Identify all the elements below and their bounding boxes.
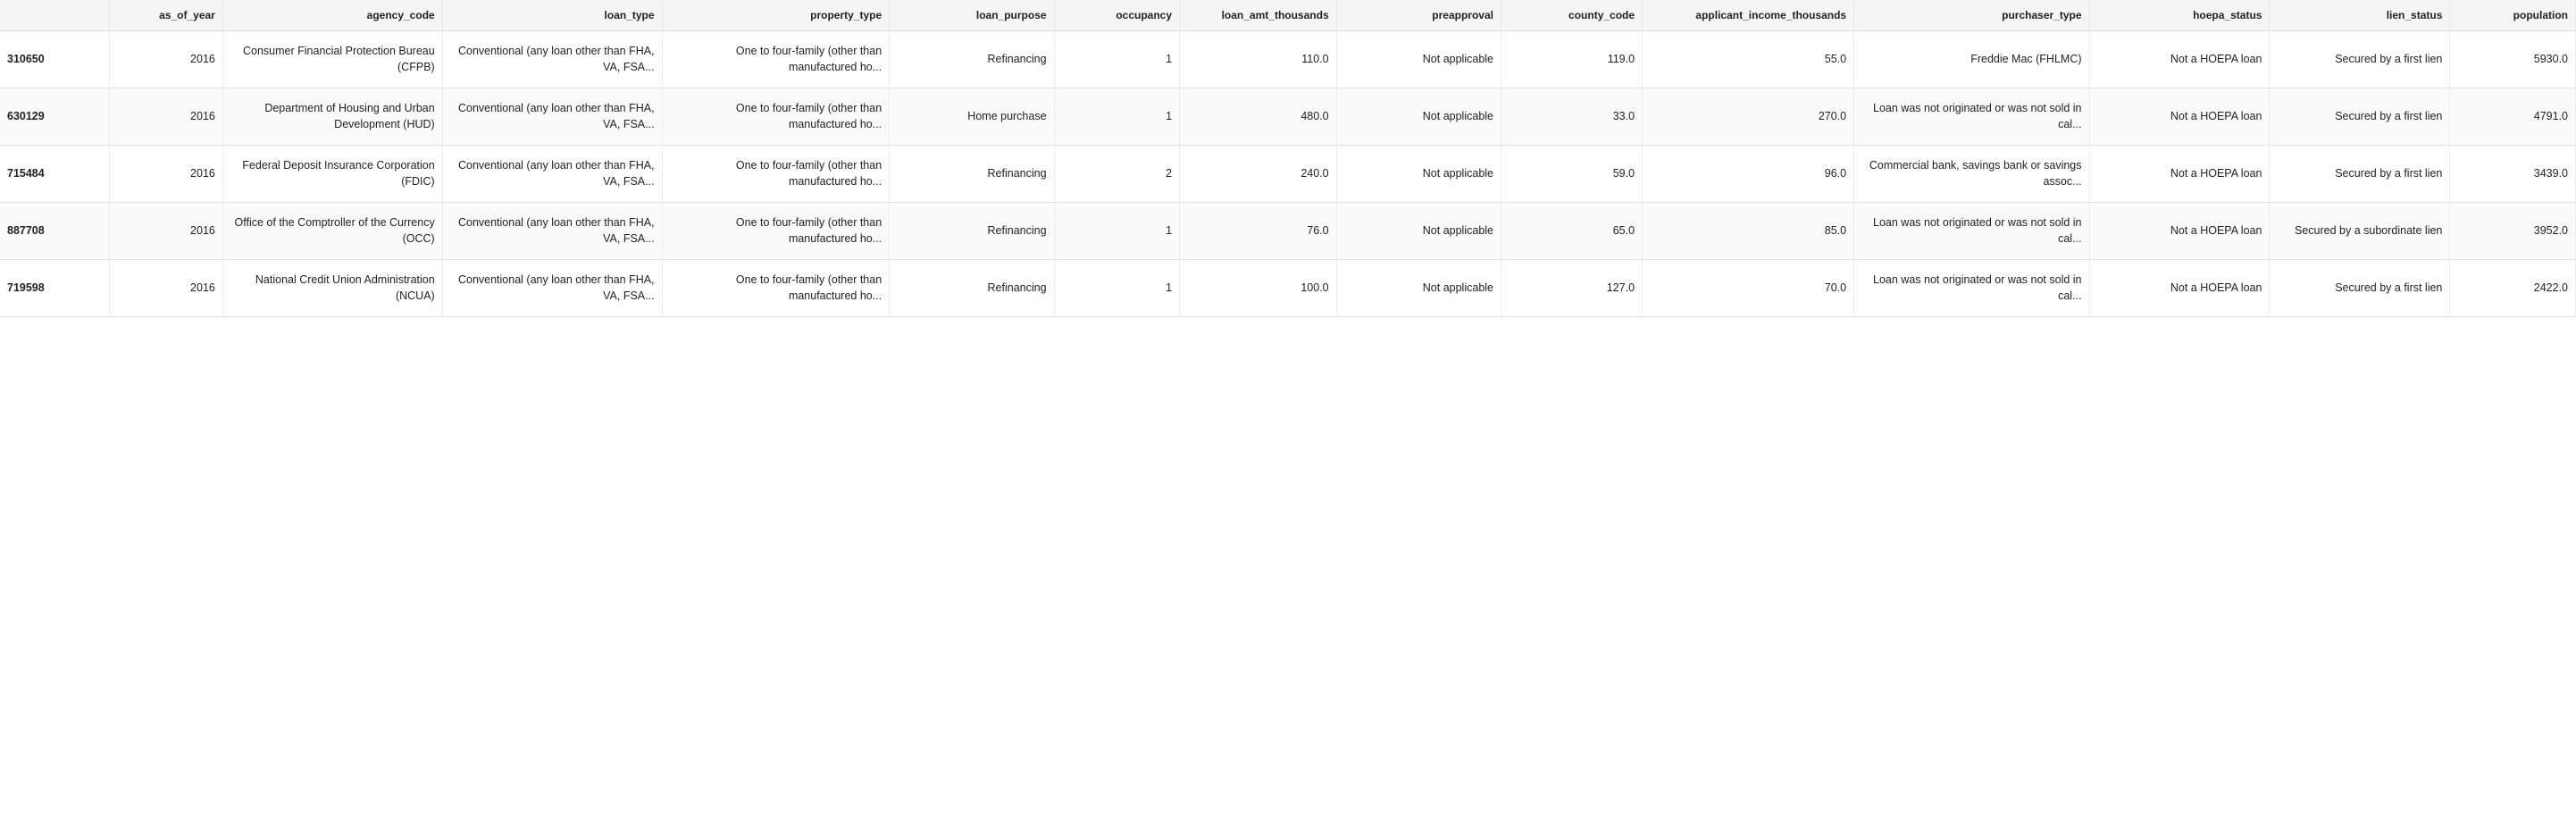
cell-loan_type: Conventional (any loan other than FHA, V…: [442, 31, 662, 88]
cell-population: 2422.0: [2450, 260, 2576, 317]
cell-purchaser_type: Loan was not originated or was not sold …: [1854, 260, 2089, 317]
cell-county_code: 33.0: [1501, 88, 1643, 146]
cell-preapproval: Not applicable: [1336, 260, 1501, 317]
cell-loan_amt_thousands: 100.0: [1180, 260, 1337, 317]
cell-as_of_year: 2016: [110, 146, 222, 203]
column-header-hoepa_status: hoepa_status: [2089, 0, 2270, 31]
cell-agency_code: Department of Housing and Urban Developm…: [222, 88, 442, 146]
cell-county_code: 127.0: [1501, 260, 1643, 317]
cell-index: 719598: [0, 260, 110, 317]
cell-index: 630129: [0, 88, 110, 146]
cell-property_type: One to four-family (other than manufactu…: [662, 146, 890, 203]
table-header-row: as_of_yearagency_codeloan_typeproperty_t…: [0, 0, 2576, 31]
cell-purchaser_type: Loan was not originated or was not sold …: [1854, 88, 2089, 146]
cell-property_type: One to four-family (other than manufactu…: [662, 88, 890, 146]
cell-applicant_income_thousands: 85.0: [1643, 203, 1854, 260]
cell-loan_purpose: Refinancing: [890, 146, 1054, 203]
column-header-occupancy: occupancy: [1054, 0, 1179, 31]
cell-preapproval: Not applicable: [1336, 31, 1501, 88]
cell-loan_purpose: Refinancing: [890, 260, 1054, 317]
cell-preapproval: Not applicable: [1336, 88, 1501, 146]
column-header-applicant_income_thousands: applicant_income_thousands: [1643, 0, 1854, 31]
cell-property_type: One to four-family (other than manufactu…: [662, 203, 890, 260]
column-header-agency_code: agency_code: [222, 0, 442, 31]
cell-population: 5930.0: [2450, 31, 2576, 88]
cell-applicant_income_thousands: 270.0: [1643, 88, 1854, 146]
cell-lien_status: Secured by a first lien: [2270, 31, 2450, 88]
cell-loan_amt_thousands: 110.0: [1180, 31, 1337, 88]
cell-lien_status: Secured by a subordinate lien: [2270, 203, 2450, 260]
cell-loan_type: Conventional (any loan other than FHA, V…: [442, 203, 662, 260]
cell-property_type: One to four-family (other than manufactu…: [662, 31, 890, 88]
cell-population: 3952.0: [2450, 203, 2576, 260]
cell-loan_amt_thousands: 480.0: [1180, 88, 1337, 146]
cell-lien_status: Secured by a first lien: [2270, 260, 2450, 317]
cell-loan_amt_thousands: 76.0: [1180, 203, 1337, 260]
table-row: 7154842016Federal Deposit Insurance Corp…: [0, 146, 2576, 203]
table-row: 8877082016Office of the Comptroller of t…: [0, 203, 2576, 260]
column-header-county_code: county_code: [1501, 0, 1643, 31]
cell-county_code: 59.0: [1501, 146, 1643, 203]
cell-hoepa_status: Not a HOEPA loan: [2089, 146, 2270, 203]
cell-occupancy: 1: [1054, 203, 1179, 260]
cell-occupancy: 1: [1054, 260, 1179, 317]
cell-hoepa_status: Not a HOEPA loan: [2089, 260, 2270, 317]
cell-county_code: 119.0: [1501, 31, 1643, 88]
cell-loan_purpose: Home purchase: [890, 88, 1054, 146]
cell-lien_status: Secured by a first lien: [2270, 88, 2450, 146]
data-table-container: as_of_yearagency_codeloan_typeproperty_t…: [0, 0, 2576, 317]
table-body: 3106502016Consumer Financial Protection …: [0, 31, 2576, 317]
column-header-lien_status: lien_status: [2270, 0, 2450, 31]
cell-loan_type: Conventional (any loan other than FHA, V…: [442, 146, 662, 203]
cell-loan_purpose: Refinancing: [890, 203, 1054, 260]
data-table: as_of_yearagency_codeloan_typeproperty_t…: [0, 0, 2576, 317]
cell-purchaser_type: Freddie Mac (FHLMC): [1854, 31, 2089, 88]
cell-population: 3439.0: [2450, 146, 2576, 203]
cell-loan_amt_thousands: 240.0: [1180, 146, 1337, 203]
column-header-loan_type: loan_type: [442, 0, 662, 31]
column-header-purchaser_type: purchaser_type: [1854, 0, 2089, 31]
cell-agency_code: Consumer Financial Protection Bureau (CF…: [222, 31, 442, 88]
cell-purchaser_type: Commercial bank, savings bank or savings…: [1854, 146, 2089, 203]
table-row: 6301292016Department of Housing and Urba…: [0, 88, 2576, 146]
cell-index: 310650: [0, 31, 110, 88]
cell-occupancy: 1: [1054, 31, 1179, 88]
cell-applicant_income_thousands: 70.0: [1643, 260, 1854, 317]
column-header-population: population: [2450, 0, 2576, 31]
cell-preapproval: Not applicable: [1336, 146, 1501, 203]
cell-as_of_year: 2016: [110, 260, 222, 317]
cell-agency_code: Office of the Comptroller of the Currenc…: [222, 203, 442, 260]
cell-index: 715484: [0, 146, 110, 203]
cell-agency_code: Federal Deposit Insurance Corporation (F…: [222, 146, 442, 203]
cell-county_code: 65.0: [1501, 203, 1643, 260]
cell-population: 4791.0: [2450, 88, 2576, 146]
cell-loan_type: Conventional (any loan other than FHA, V…: [442, 260, 662, 317]
cell-as_of_year: 2016: [110, 88, 222, 146]
column-header-loan_amt_thousands: loan_amt_thousands: [1180, 0, 1337, 31]
cell-loan_type: Conventional (any loan other than FHA, V…: [442, 88, 662, 146]
cell-as_of_year: 2016: [110, 203, 222, 260]
cell-hoepa_status: Not a HOEPA loan: [2089, 203, 2270, 260]
cell-purchaser_type: Loan was not originated or was not sold …: [1854, 203, 2089, 260]
cell-occupancy: 1: [1054, 88, 1179, 146]
cell-as_of_year: 2016: [110, 31, 222, 88]
cell-applicant_income_thousands: 55.0: [1643, 31, 1854, 88]
column-header-as_of_year: as_of_year: [110, 0, 222, 31]
cell-loan_purpose: Refinancing: [890, 31, 1054, 88]
table-row: 3106502016Consumer Financial Protection …: [0, 31, 2576, 88]
cell-occupancy: 2: [1054, 146, 1179, 203]
cell-applicant_income_thousands: 96.0: [1643, 146, 1854, 203]
cell-index: 887708: [0, 203, 110, 260]
column-header-loan_purpose: loan_purpose: [890, 0, 1054, 31]
column-header-preapproval: preapproval: [1336, 0, 1501, 31]
column-header-index: [0, 0, 110, 31]
cell-agency_code: National Credit Union Administration (NC…: [222, 260, 442, 317]
cell-lien_status: Secured by a first lien: [2270, 146, 2450, 203]
table-row: 7195982016National Credit Union Administ…: [0, 260, 2576, 317]
cell-property_type: One to four-family (other than manufactu…: [662, 260, 890, 317]
column-header-property_type: property_type: [662, 0, 890, 31]
cell-hoepa_status: Not a HOEPA loan: [2089, 31, 2270, 88]
cell-preapproval: Not applicable: [1336, 203, 1501, 260]
cell-hoepa_status: Not a HOEPA loan: [2089, 88, 2270, 146]
